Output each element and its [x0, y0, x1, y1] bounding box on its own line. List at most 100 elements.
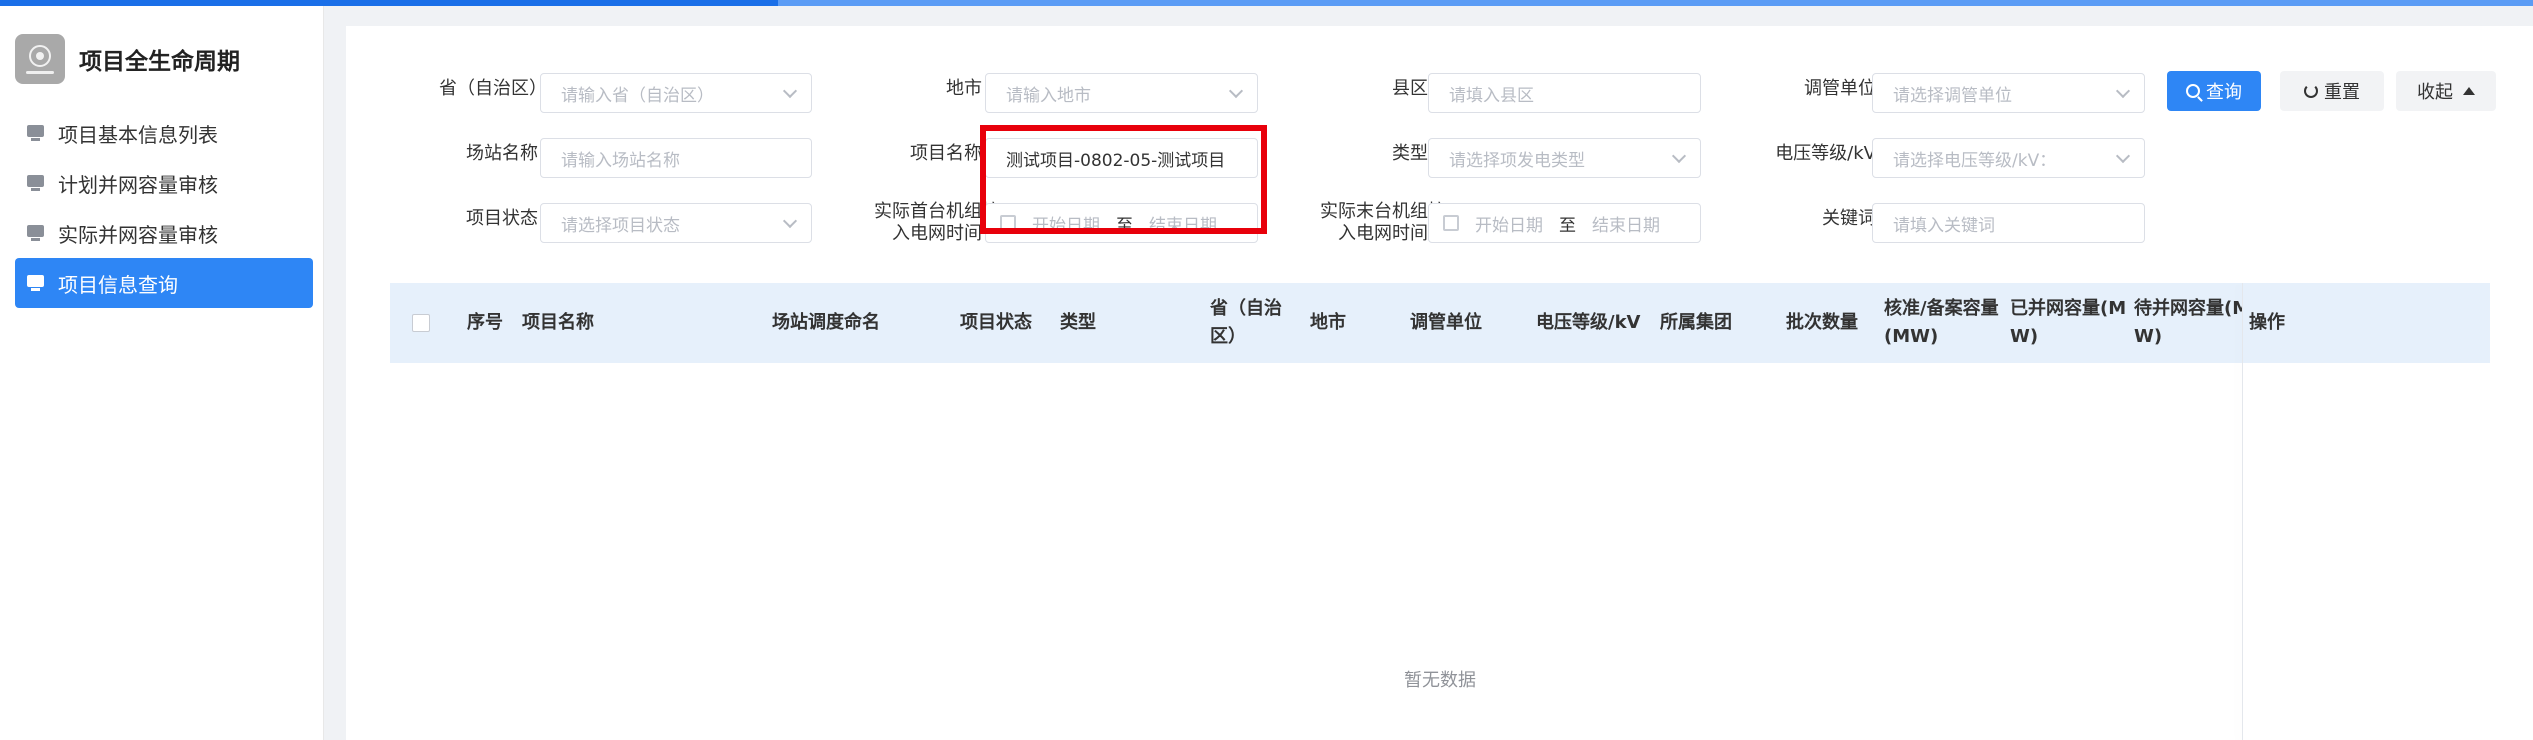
last-unit-time-range[interactable]: 开始日期至结束日期	[1428, 203, 1701, 243]
column-header-province: 省（自治区）	[1210, 283, 1282, 363]
project-status-select[interactable]: 请选择项目状态	[540, 203, 812, 243]
checkbox[interactable]	[412, 314, 430, 332]
column-header-label-line2: 区）	[1210, 326, 1246, 347]
province-select[interactable]: 请输入省（自治区）	[540, 73, 812, 113]
last-unit-time-label-line2: 入电网时间：	[1338, 223, 1446, 244]
county-input[interactable]: 请填入县区	[1428, 73, 1701, 113]
type-select[interactable]: 请选择项发电类型	[1428, 138, 1701, 178]
column-header-seq: 序号	[467, 283, 503, 363]
empty-state-text: 暂无数据	[1404, 670, 1476, 691]
project-status-label: 项目状态：	[466, 208, 556, 229]
column-header-project-name: 项目名称	[522, 283, 594, 363]
app-logo	[15, 34, 65, 84]
sidebar-item-planned-capacity-review[interactable]: 计划并网容量审核	[15, 158, 313, 208]
sidebar-item-label: 项目信息查询	[58, 272, 178, 297]
last-unit-end-date[interactable]: 结束日期	[1592, 211, 1660, 236]
column-header-label: 待并网容量(M	[2134, 298, 2242, 319]
loading-progress-bar	[0, 0, 2533, 6]
station-name-placeholder: 请输入场站名称	[561, 150, 680, 171]
county-placeholder: 请填入县区	[1449, 85, 1534, 106]
column-header-dispatch-unit: 调管单位	[1410, 283, 1482, 363]
column-header-label: 地市	[1310, 312, 1346, 333]
first-unit-time-label-line1: 实际首台机组接	[874, 201, 1000, 222]
caret-up-icon	[2463, 87, 2475, 95]
station-name-input[interactable]: 请输入场站名称	[540, 138, 812, 178]
results-table: 序号 项目名称 场站调度命名 项目状态 类型 省（自治区） 地市 调管单位 电压…	[390, 283, 2490, 740]
chevron-down-icon	[2115, 148, 2131, 164]
last-unit-time-label-line1: 实际末台机组接	[1320, 201, 1446, 222]
column-header-label: 调管单位	[1410, 312, 1482, 333]
sidebar-item-label: 项目基本信息列表	[58, 122, 218, 147]
collapse-button[interactable]: 收起	[2396, 71, 2496, 111]
monitor-icon	[27, 124, 44, 142]
first-unit-time-label-line2: 入电网时间：	[892, 223, 1000, 244]
column-header-label: 所属集团	[1660, 312, 1732, 333]
column-header-label: 序号	[467, 312, 503, 333]
calendar-icon	[1443, 215, 1459, 231]
sidebar-menu: 项目基本信息列表 计划并网容量审核 实际并网容量审核 项目信息查询	[15, 108, 313, 308]
project-status-placeholder: 请选择项目状态	[561, 215, 680, 236]
search-button[interactable]: 查询	[2167, 71, 2261, 111]
city-placeholder: 请输入地市	[1006, 85, 1091, 106]
type-placeholder: 请选择项发电类型	[1449, 150, 1585, 171]
column-header-connected-capacity: 已并网容量(M W)	[2010, 283, 2126, 363]
first-unit-time-label: 实际首台机组接 入电网时间：	[826, 201, 1000, 245]
search-icon	[2186, 84, 2200, 98]
chevron-down-icon	[782, 83, 798, 99]
column-header-label: 已并网容量(M	[2010, 298, 2127, 319]
last-unit-start-date[interactable]: 开始日期	[1475, 211, 1543, 236]
sidebar-item-label: 计划并网容量审核	[58, 172, 218, 197]
project-name-label: 项目名称：	[910, 143, 1000, 164]
column-header-voltage: 电压等级/kV	[1536, 283, 1640, 363]
column-header-label-line2: W)	[2134, 326, 2163, 347]
city-select[interactable]: 请输入地市	[985, 73, 1258, 113]
column-header-label-line2: (MW)	[1884, 326, 1939, 347]
sidebar-item-label: 实际并网容量审核	[58, 222, 218, 247]
column-header-group: 所属集团	[1660, 283, 1732, 363]
station-name-label: 场站名称：	[466, 143, 556, 164]
column-header-label: 类型	[1060, 312, 1096, 333]
sidebar-item-actual-capacity-review[interactable]: 实际并网容量审核	[15, 208, 313, 258]
column-header-type: 类型	[1060, 283, 1096, 363]
chevron-down-icon	[782, 213, 798, 229]
logo-seal-icon	[29, 44, 51, 67]
voltage-select[interactable]: 请选择电压等级/kV：	[1872, 138, 2145, 178]
sidebar-item-project-info-query[interactable]: 项目信息查询	[15, 258, 313, 308]
reset-button-label: 重置	[2324, 82, 2360, 103]
select-all-checkbox[interactable]	[412, 283, 430, 363]
column-header-batch-count: 批次数量	[1786, 283, 1858, 363]
column-header-operations: 操作	[2249, 283, 2285, 363]
province-label: 省（自治区）：	[439, 78, 556, 99]
logo-text-mark	[26, 70, 54, 74]
keyword-input[interactable]: 请填入关键词	[1872, 203, 2145, 243]
chevron-down-icon	[2115, 83, 2131, 99]
search-button-label: 查询	[2206, 82, 2242, 103]
monitor-icon	[27, 174, 44, 192]
column-header-label: 省（自治	[1210, 298, 1282, 319]
refresh-icon	[2304, 84, 2318, 98]
column-header-project-status: 项目状态	[960, 283, 1032, 363]
column-header-station-name: 场站调度命名	[772, 283, 880, 363]
table-header: 序号 项目名称 场站调度命名 项目状态 类型 省（自治区） 地市 调管单位 电压…	[390, 283, 2490, 363]
collapse-button-label: 收起	[2417, 82, 2453, 103]
sidebar-item-project-basic-list[interactable]: 项目基本信息列表	[15, 108, 313, 158]
main-content: 省（自治区）： 请输入省（自治区） 地市： 请输入地市 县区： 请填入县区 调管…	[346, 26, 2533, 740]
column-header-pending-capacity: 待并网容量(M W)	[2134, 283, 2242, 363]
app-title: 项目全生命周期	[79, 49, 240, 75]
sidebar: 项目全生命周期 项目基本信息列表 计划并网容量审核 实际并网容量审核 项目信息查…	[0, 6, 324, 740]
reset-button[interactable]: 重置	[2280, 71, 2384, 111]
dispatch-unit-placeholder: 请选择调管单位	[1893, 85, 2012, 106]
province-placeholder: 请输入省（自治区）	[561, 85, 714, 106]
column-header-label: 电压等级/kV	[1536, 312, 1641, 333]
voltage-placeholder: 请选择电压等级/kV：	[1893, 150, 2057, 171]
monitor-icon	[27, 224, 44, 242]
chevron-down-icon	[1671, 148, 1687, 164]
voltage-label: 电压等级/kV：	[1775, 143, 1894, 164]
column-header-label-line2: W)	[2010, 326, 2039, 347]
column-header-approved-capacity: 核准/备案容量 (MW)	[1884, 283, 1999, 363]
chevron-down-icon	[1228, 83, 1244, 99]
dispatch-unit-select[interactable]: 请选择调管单位	[1872, 73, 2145, 113]
column-header-label: 核准/备案容量	[1884, 298, 1999, 319]
column-header-label: 操作	[2249, 312, 2285, 333]
date-range-separator: 至	[1559, 215, 1576, 236]
